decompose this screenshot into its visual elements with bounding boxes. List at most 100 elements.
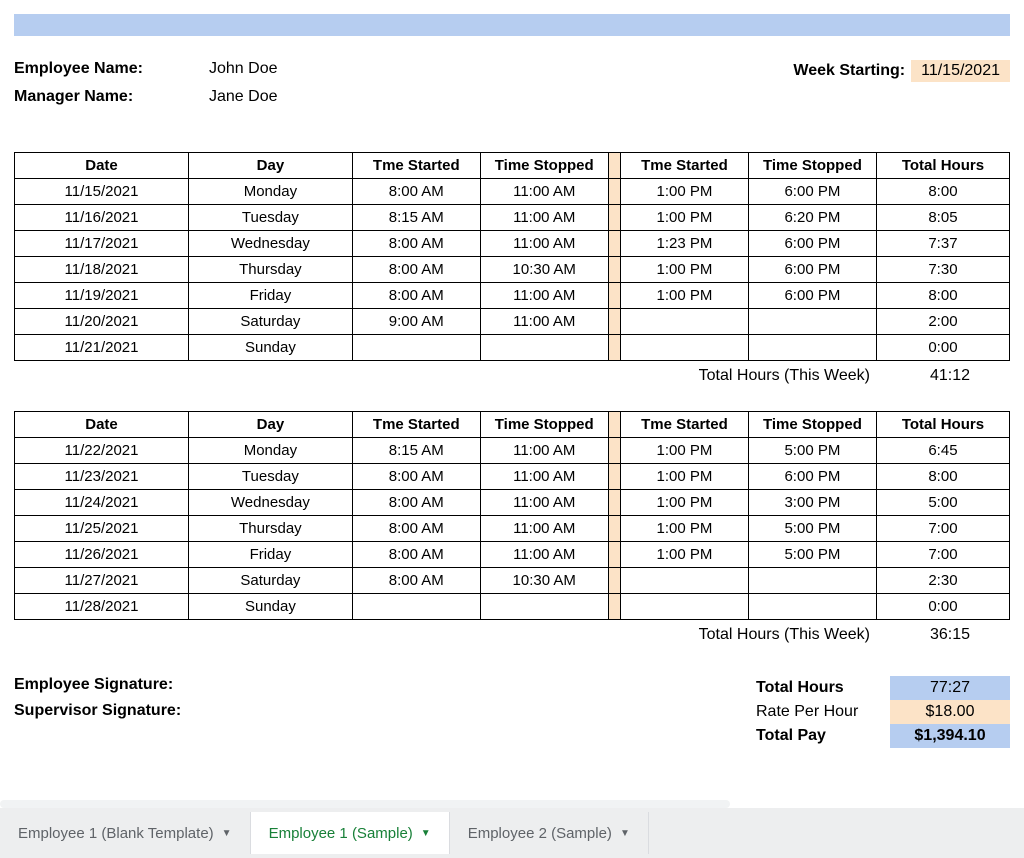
cell-stop2: 6:00 PM [748, 283, 876, 309]
cell-separator [608, 568, 620, 594]
cell-stop2 [748, 594, 876, 620]
cell-start2: 1:00 PM [620, 205, 748, 231]
cell-date: 11/16/2021 [15, 205, 189, 231]
cell-stop1: 11:00 AM [480, 516, 608, 542]
cell-total: 5:00 [876, 490, 1009, 516]
cell-total: 8:00 [876, 179, 1009, 205]
sheet-tab[interactable]: Employee 1 (Blank Template)▼ [0, 812, 251, 854]
table-row: 11/24/2021Wednesday8:00 AM11:00 AM1:00 P… [15, 490, 1010, 516]
cell-stop1 [480, 335, 608, 361]
cell-start1: 8:00 AM [352, 516, 480, 542]
cell-date: 11/22/2021 [15, 438, 189, 464]
cell-start2: 1:00 PM [620, 438, 748, 464]
timesheet-week2-table: Date Day Tme Started Time Stopped Tme St… [14, 411, 1010, 620]
cell-day: Wednesday [189, 490, 353, 516]
week1-total-value: 41:12 [930, 367, 970, 385]
supervisor-signature-label: Supervisor Signature: [14, 702, 181, 720]
table-row: 11/19/2021Friday8:00 AM11:00 AM1:00 PM6:… [15, 283, 1010, 309]
cell-day: Tuesday [189, 205, 353, 231]
cell-day: Monday [189, 179, 353, 205]
th-day: Day [189, 412, 353, 438]
cell-separator [608, 516, 620, 542]
chevron-down-icon[interactable]: ▼ [421, 828, 431, 839]
cell-separator [608, 231, 620, 257]
horizontal-scrollbar[interactable] [0, 800, 730, 808]
cell-start2: 1:00 PM [620, 257, 748, 283]
table-row: 11/21/2021Sunday0:00 [15, 335, 1010, 361]
cell-date: 11/23/2021 [15, 464, 189, 490]
cell-separator [608, 257, 620, 283]
cell-day: Saturday [189, 568, 353, 594]
cell-start2: 1:00 PM [620, 490, 748, 516]
cell-day: Sunday [189, 594, 353, 620]
cell-total: 7:00 [876, 542, 1009, 568]
th-tme-started-2: Tme Started [620, 412, 748, 438]
employee-signature-label: Employee Signature: [14, 676, 181, 694]
cell-day: Thursday [189, 257, 353, 283]
cell-start1: 8:00 AM [352, 490, 480, 516]
table-row: 11/25/2021Thursday8:00 AM11:00 AM1:00 PM… [15, 516, 1010, 542]
week-starting-label: Week Starting: [793, 62, 905, 80]
chevron-down-icon[interactable]: ▼ [620, 828, 630, 839]
employee-name-label: Employee Name: [14, 60, 209, 82]
rate-per-hour-label: Rate Per Hour [750, 700, 890, 724]
th-tme-started-1: Tme Started [352, 153, 480, 179]
cell-stop2: 5:00 PM [748, 516, 876, 542]
cell-total: 2:00 [876, 309, 1009, 335]
cell-stop1 [480, 594, 608, 620]
timesheet-week1-table: Date Day Tme Started Time Stopped Tme St… [14, 152, 1010, 361]
cell-day: Friday [189, 283, 353, 309]
cell-stop2 [748, 309, 876, 335]
cell-start1: 8:00 AM [352, 231, 480, 257]
th-tme-started-2: Tme Started [620, 153, 748, 179]
cell-date: 11/25/2021 [15, 516, 189, 542]
th-date: Date [15, 412, 189, 438]
cell-stop1: 11:00 AM [480, 438, 608, 464]
cell-total: 8:00 [876, 464, 1009, 490]
table-row: 11/28/2021Sunday0:00 [15, 594, 1010, 620]
total-pay-label: Total Pay [750, 724, 890, 748]
cell-date: 11/18/2021 [15, 257, 189, 283]
rate-per-hour-value: $18.00 [890, 700, 1010, 724]
th-tme-started-1: Tme Started [352, 412, 480, 438]
cell-day: Wednesday [189, 231, 353, 257]
th-time-stopped-2: Time Stopped [748, 412, 876, 438]
table-row: 11/23/2021Tuesday8:00 AM11:00 AM1:00 PM6… [15, 464, 1010, 490]
manager-name-value: Jane Doe [209, 88, 278, 106]
cell-stop1: 11:00 AM [480, 309, 608, 335]
cell-separator [608, 179, 620, 205]
cell-start2 [620, 309, 748, 335]
cell-separator [608, 542, 620, 568]
th-total-hours: Total Hours [876, 153, 1009, 179]
cell-date: 11/20/2021 [15, 309, 189, 335]
cell-start2: 1:00 PM [620, 464, 748, 490]
cell-stop1: 10:30 AM [480, 568, 608, 594]
cell-start1: 8:00 AM [352, 542, 480, 568]
cell-separator [608, 335, 620, 361]
cell-start1: 8:00 AM [352, 179, 480, 205]
sheet-tab[interactable]: Employee 1 (Sample) ▼ [251, 812, 450, 854]
cell-separator [608, 283, 620, 309]
cell-start1 [352, 335, 480, 361]
table-row: 11/18/2021Thursday8:00 AM10:30 AM1:00 PM… [15, 257, 1010, 283]
cell-start1: 8:15 AM [352, 438, 480, 464]
sheet-tab-label: Employee 1 (Sample) [269, 825, 413, 842]
chevron-down-icon[interactable]: ▼ [222, 828, 232, 839]
cell-date: 11/27/2021 [15, 568, 189, 594]
sheet-tab[interactable]: Employee 2 (Sample)▼ [450, 812, 649, 854]
cell-separator [608, 464, 620, 490]
cell-stop1: 11:00 AM [480, 464, 608, 490]
cell-day: Sunday [189, 335, 353, 361]
table-row: 11/16/2021Tuesday8:15 AM11:00 AM1:00 PM6… [15, 205, 1010, 231]
cell-start2 [620, 594, 748, 620]
cell-start1: 9:00 AM [352, 309, 480, 335]
cell-start1: 8:00 AM [352, 568, 480, 594]
week1-total-label: Total Hours (This Week) [699, 367, 870, 385]
cell-start1: 8:00 AM [352, 257, 480, 283]
total-pay-value: $1,394.10 [890, 724, 1010, 748]
cell-start1: 8:00 AM [352, 283, 480, 309]
cell-separator [608, 438, 620, 464]
employee-name-value: John Doe [209, 60, 278, 82]
table-row: 11/20/2021Saturday9:00 AM11:00 AM2:00 [15, 309, 1010, 335]
cell-stop1: 11:00 AM [480, 231, 608, 257]
